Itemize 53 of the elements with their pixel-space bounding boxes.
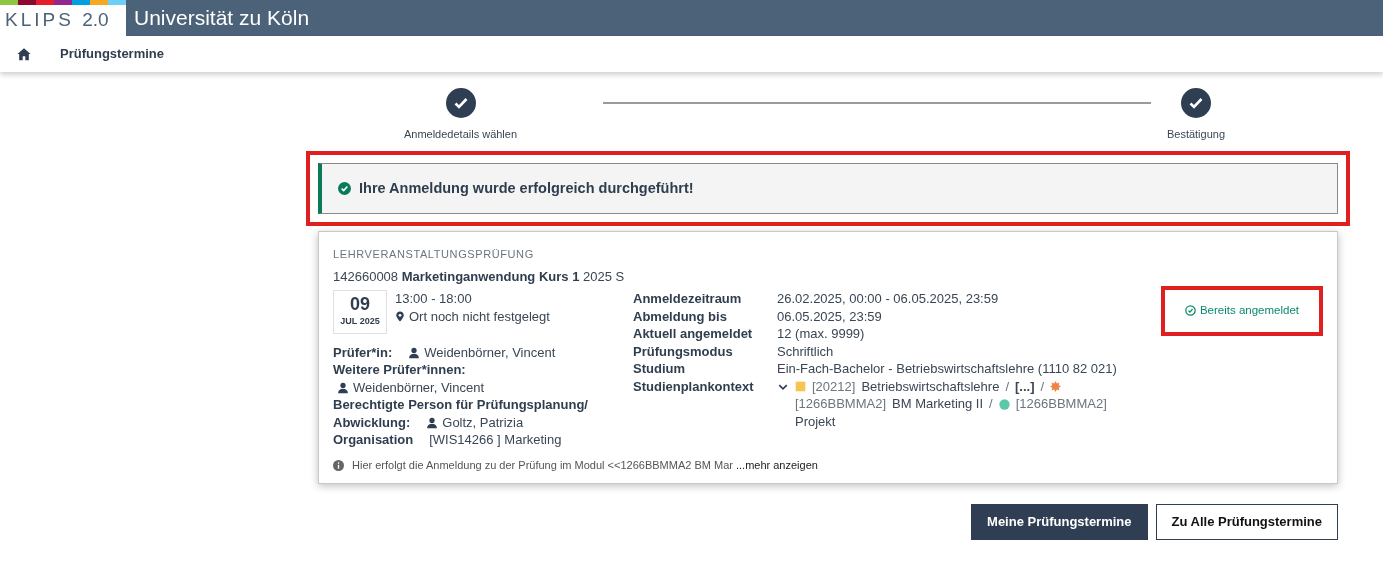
field-label: Organisation xyxy=(333,431,414,449)
date-badge: 09 JUL 2025 xyxy=(333,290,387,334)
info-note: Hier erfolgt die Anmeldung zu der Prüfung im Modul <<1266BBMMA2 BM Mar ...mehr anzeigen xyxy=(352,457,818,473)
path-separator: / xyxy=(1040,377,1045,396)
field-value: 06.05.2025, 23:59 xyxy=(777,307,882,326)
exam-title: 142660008 Marketinganwendung Kurs 1 2025 S xyxy=(333,267,626,286)
alert-message: Ihre Anmeldung wurde erfolgreich durchgeführt! xyxy=(359,178,694,198)
field-label: Berechtigte Person für Prüfungsplanung/ xyxy=(333,396,588,414)
path-name[interactable]: Projekt xyxy=(795,412,836,431)
breadcrumb-link[interactable]: Prüfungstermine xyxy=(60,44,164,64)
field-value: 26.02.2025, 00:00 - 06.05.2025, 23:59 xyxy=(777,290,999,308)
check-circle-icon xyxy=(338,181,351,195)
more-link[interactable]: ...mehr anzeigen xyxy=(735,458,818,471)
path-separator: / xyxy=(989,395,993,413)
person-icon xyxy=(337,381,349,394)
location-pin-icon xyxy=(395,310,405,323)
path-separator: / xyxy=(1005,377,1009,396)
field-value: Schriftlich xyxy=(777,342,834,361)
path-name[interactable]: BM Marketing II xyxy=(892,395,984,413)
step-label: Anmeldedetails wählen xyxy=(403,127,518,142)
field-value: 12 (max. 9999) xyxy=(777,325,865,343)
field-value: Ein-Fach-Bachelor - Betriebswirtschaftslehre (1110 82 021) xyxy=(777,360,1117,378)
field-label: Prüfer*in: xyxy=(333,343,393,362)
home-icon[interactable] xyxy=(16,47,32,61)
path-code: [1266BBMMA2] xyxy=(795,395,887,413)
status-label: Bereits angemeldet xyxy=(1170,296,1313,326)
person-icon xyxy=(408,346,421,359)
info-icon xyxy=(333,459,344,471)
person-name: Weidenbörner, Vincent xyxy=(353,378,485,397)
nav-button[interactable]: Meine Prüfungstermine xyxy=(971,504,1148,540)
field-label: Weitere Prüfer*innen: xyxy=(333,361,466,379)
check-circle-icon xyxy=(1184,305,1196,317)
nav-button[interactable]: Zu Alle Prüfungstermine xyxy=(1155,504,1338,540)
path-code: [1266BBMMA2] xyxy=(1015,395,1107,413)
path-name[interactable]: Betriebswirtschaftslehre xyxy=(861,377,1000,396)
field-value: [WIS14266 ] Marketing xyxy=(429,431,562,449)
exam-type: LEHRVERANSTALTUNGSPRÜFUNG xyxy=(333,247,535,263)
university-name: Universität zu Köln xyxy=(133,5,310,31)
path-ellipsis[interactable]: [...] xyxy=(1015,377,1035,396)
path-code: [20212] xyxy=(812,377,856,396)
field-label: Prüfungsmodus xyxy=(633,342,734,361)
exam-time: 13:00 - 18:00 xyxy=(395,290,473,308)
field-label: Studienplankontext xyxy=(633,377,755,396)
person-icon xyxy=(426,416,439,429)
person-name: Weidenbörner, Vincent xyxy=(424,343,556,362)
field-label: Abwicklung: xyxy=(333,413,411,432)
field-label: Studium xyxy=(633,360,686,378)
field-label: Abmeldung bis xyxy=(633,307,728,326)
location-text: Ort noch nicht festgelegt xyxy=(409,307,550,326)
person-name: Goltz, Patrizia xyxy=(442,413,524,432)
field-label: Anmeldezeitraum xyxy=(633,290,743,308)
field-label: Aktuell angemeldet xyxy=(633,325,754,343)
step-label: Bestätigung xyxy=(1166,127,1226,142)
